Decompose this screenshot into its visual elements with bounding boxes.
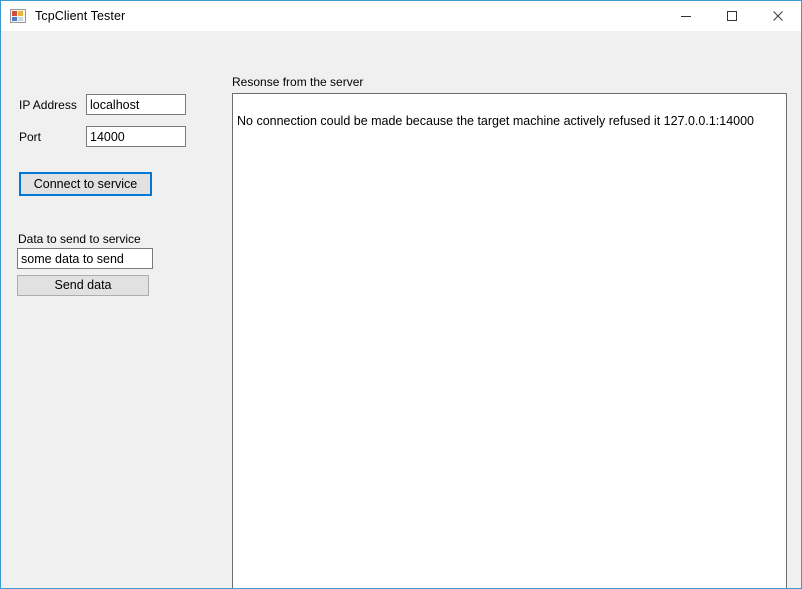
response-text: No connection could be made because the … [237,114,755,128]
ip-address-input[interactable] [86,94,186,115]
connect-to-service-button[interactable]: Connect to service [19,172,152,196]
window-controls [663,1,801,31]
data-to-send-label: Data to send to service [18,232,141,246]
winforms-app-icon [10,8,26,24]
window-title: TcpClient Tester [35,8,126,23]
maximize-button[interactable] [709,1,755,31]
response-textbox[interactable]: No connection could be made because the … [232,93,787,588]
port-input[interactable] [86,126,186,147]
title-bar: TcpClient Tester [1,1,801,31]
data-to-send-input[interactable] [17,248,153,269]
port-label: Port [19,130,42,144]
send-data-button[interactable]: Send data [17,275,149,296]
close-button[interactable] [755,1,801,31]
ip-address-label: IP Address [19,98,77,112]
minimize-button[interactable] [663,1,709,31]
client-area: IP Address Port Connect to service Data … [1,31,801,588]
response-label: Resonse from the server [232,75,364,89]
application-window: TcpClient Tester IP Address localhost Po… [0,0,802,589]
